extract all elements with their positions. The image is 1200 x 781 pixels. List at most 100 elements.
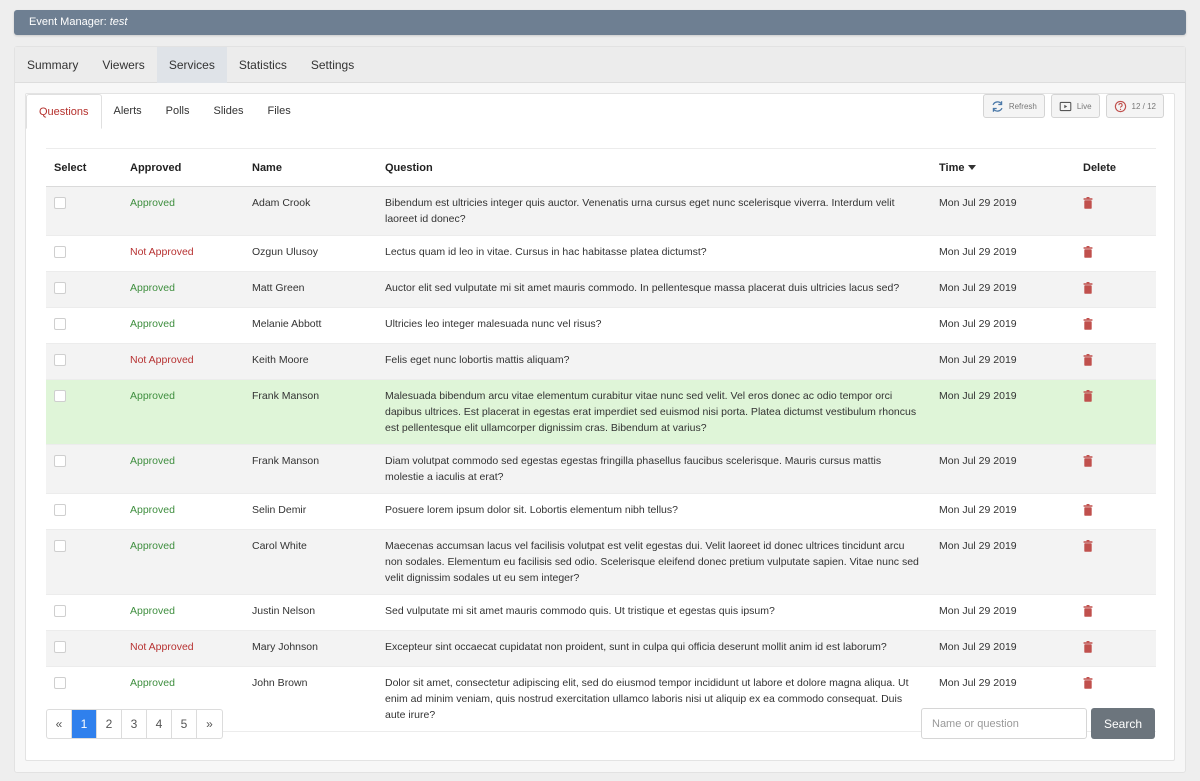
tab-statistics[interactable]: Statistics bbox=[227, 47, 299, 83]
row-checkbox[interactable] bbox=[54, 354, 66, 366]
row-checkbox[interactable] bbox=[54, 318, 66, 330]
row-status[interactable]: Approved bbox=[122, 307, 244, 344]
question-count-label: 12 / 12 bbox=[1131, 101, 1156, 111]
table-row[interactable]: Not Approved Ozgun Ulusoy Lectus quam id l… bbox=[46, 235, 1156, 272]
row-time: Mon Jul 29 2019 bbox=[931, 444, 1075, 494]
row-delete-cell bbox=[1075, 343, 1156, 380]
trash-icon[interactable] bbox=[1083, 677, 1093, 689]
row-status[interactable]: Approved bbox=[122, 594, 244, 631]
question-count-button[interactable]: 12 / 12 bbox=[1105, 94, 1164, 118]
pagination: « 1 2 3 4 5 » bbox=[46, 709, 223, 739]
header-question[interactable]: Question bbox=[377, 148, 931, 187]
trash-icon[interactable] bbox=[1083, 318, 1093, 330]
event-manager-panel: Summary Viewers Services Statistics Sett… bbox=[14, 46, 1186, 773]
trash-icon[interactable] bbox=[1083, 605, 1093, 617]
row-status[interactable]: Approved bbox=[122, 444, 244, 494]
table-row[interactable]: Approved Justin Nelson Sed vulputate mi si… bbox=[46, 594, 1156, 631]
trash-icon[interactable] bbox=[1083, 641, 1093, 653]
page-3-button[interactable]: 3 bbox=[122, 710, 147, 738]
table-row[interactable]: Approved Matt Green Auctor elit sed vulput… bbox=[46, 271, 1156, 308]
row-time: Mon Jul 29 2019 bbox=[931, 529, 1075, 595]
questions-toolbar: Refresh Live 12 / 12 bbox=[982, 94, 1164, 118]
search-input[interactable] bbox=[921, 708, 1087, 739]
row-checkbox[interactable] bbox=[54, 504, 66, 516]
table-row[interactable]: Approved Adam Crook Bibendum est ultricies… bbox=[46, 186, 1156, 236]
trash-icon[interactable] bbox=[1083, 455, 1093, 467]
header-approved[interactable]: Approved bbox=[122, 148, 244, 187]
row-status[interactable]: Approved bbox=[122, 529, 244, 595]
table-row[interactable]: Not Approved Mary Johnson Excepteur sint o… bbox=[46, 630, 1156, 667]
row-select-cell bbox=[46, 444, 122, 494]
table-row[interactable]: Approved Frank Manson Diam volutpat commod… bbox=[46, 444, 1156, 494]
row-select-cell bbox=[46, 235, 122, 272]
row-status[interactable]: Not Approved bbox=[122, 343, 244, 380]
table-row[interactable]: Not Approved Keith Moore Felis eget nunc l… bbox=[46, 343, 1156, 380]
trash-icon[interactable] bbox=[1083, 246, 1093, 258]
subtab-slides[interactable]: Slides bbox=[202, 94, 256, 128]
subtab-files[interactable]: Files bbox=[255, 94, 302, 128]
row-status[interactable]: Approved bbox=[122, 186, 244, 236]
tab-services[interactable]: Services bbox=[156, 47, 227, 83]
trash-icon[interactable] bbox=[1083, 540, 1093, 552]
row-status[interactable]: Not Approved bbox=[122, 630, 244, 667]
page-prev-button[interactable]: « bbox=[47, 710, 72, 738]
table-row[interactable]: Approved Frank Manson Malesuada bibendum a… bbox=[46, 379, 1156, 445]
header-select: Select bbox=[46, 148, 122, 187]
row-checkbox[interactable] bbox=[54, 197, 66, 209]
row-time: Mon Jul 29 2019 bbox=[931, 379, 1075, 445]
subtab-polls[interactable]: Polls bbox=[154, 94, 202, 128]
live-label: Live bbox=[1076, 101, 1092, 111]
tab-viewers[interactable]: Viewers bbox=[90, 47, 156, 83]
row-checkbox[interactable] bbox=[54, 677, 66, 689]
header-time[interactable]: Time bbox=[931, 148, 1075, 187]
page-next-button[interactable]: » bbox=[197, 710, 222, 738]
row-status[interactable]: Approved bbox=[122, 379, 244, 445]
row-checkbox[interactable] bbox=[54, 540, 66, 552]
window-title-name: test bbox=[109, 16, 128, 28]
subtab-alerts[interactable]: Alerts bbox=[102, 94, 154, 128]
row-status[interactable]: Approved bbox=[122, 271, 244, 308]
table-row[interactable]: Approved Melanie Abbott Ultricies leo inte… bbox=[46, 307, 1156, 344]
caret-down-icon bbox=[968, 165, 977, 171]
live-button[interactable]: Live bbox=[1050, 94, 1100, 118]
row-name: Selin Demir bbox=[244, 493, 377, 530]
row-name: Mary Johnson bbox=[244, 630, 377, 667]
trash-icon[interactable] bbox=[1083, 282, 1093, 294]
questions-table: Select Approved Name Question Time Delet… bbox=[46, 148, 1156, 732]
tab-settings[interactable]: Settings bbox=[299, 47, 366, 83]
page-1-button[interactable]: 1 bbox=[72, 710, 97, 738]
row-time: Mon Jul 29 2019 bbox=[931, 307, 1075, 344]
row-checkbox[interactable] bbox=[54, 605, 66, 617]
table-row[interactable]: Approved Selin Demir Posuere lorem ipsum d… bbox=[46, 493, 1156, 530]
row-status[interactable]: Approved bbox=[122, 493, 244, 530]
row-question: Dolor sit amet, consectetur adipiscing e… bbox=[377, 666, 931, 732]
header-name[interactable]: Name bbox=[244, 148, 377, 187]
trash-icon[interactable] bbox=[1083, 504, 1093, 516]
row-select-cell bbox=[46, 379, 122, 445]
row-name: Carol White bbox=[244, 529, 377, 595]
trash-icon[interactable] bbox=[1083, 354, 1093, 366]
row-question: Posuere lorem ipsum dolor sit. Lobortis … bbox=[377, 493, 931, 530]
row-checkbox[interactable] bbox=[54, 282, 66, 294]
table-row[interactable]: Approved Carol White Maecenas accumsan lac… bbox=[46, 529, 1156, 595]
row-checkbox[interactable] bbox=[54, 641, 66, 653]
row-select-cell bbox=[46, 529, 122, 595]
trash-icon[interactable] bbox=[1083, 390, 1093, 402]
question-circle-icon bbox=[1114, 100, 1126, 112]
page-2-button[interactable]: 2 bbox=[97, 710, 122, 738]
trash-icon[interactable] bbox=[1083, 197, 1093, 209]
row-checkbox[interactable] bbox=[54, 390, 66, 402]
page-4-button[interactable]: 4 bbox=[147, 710, 172, 738]
row-checkbox[interactable] bbox=[54, 246, 66, 258]
row-time: Mon Jul 29 2019 bbox=[931, 493, 1075, 530]
search-button[interactable]: Search bbox=[1091, 708, 1155, 739]
row-name: Keith Moore bbox=[244, 343, 377, 380]
row-status[interactable]: Not Approved bbox=[122, 235, 244, 272]
tab-summary[interactable]: Summary bbox=[15, 47, 90, 83]
row-checkbox[interactable] bbox=[54, 455, 66, 467]
refresh-button[interactable]: Refresh bbox=[982, 94, 1045, 118]
row-name: Justin Nelson bbox=[244, 594, 377, 631]
row-delete-cell bbox=[1075, 493, 1156, 530]
subtab-questions[interactable]: Questions bbox=[26, 94, 102, 129]
page-5-button[interactable]: 5 bbox=[172, 710, 197, 738]
